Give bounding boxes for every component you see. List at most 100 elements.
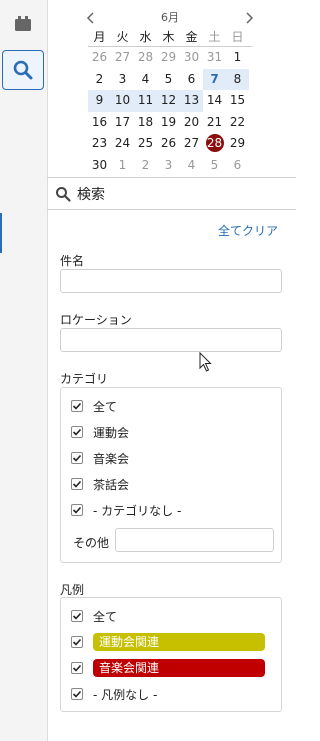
rail-selection-mark (0, 213, 2, 253)
checkbox[interactable] (71, 426, 83, 438)
other-input[interactable] (115, 528, 274, 552)
calendar-day-today[interactable]: 28 (203, 133, 226, 155)
today-marker: 28 (205, 134, 224, 152)
calendar-day[interactable]: 30 (180, 47, 203, 69)
calendar-day[interactable]: 25 (134, 133, 157, 155)
legend-option-label: 全て (93, 609, 118, 624)
category-option[interactable]: 運動会 (71, 422, 129, 442)
checkbox[interactable] (71, 504, 83, 516)
checkbox[interactable] (71, 610, 83, 622)
next-month-button[interactable] (242, 8, 256, 28)
prev-month-button[interactable] (84, 8, 98, 28)
left-rail (0, 0, 48, 741)
calendar-day[interactable]: 18 (134, 112, 157, 134)
calendar-day[interactable]: 6 (226, 155, 249, 177)
checkbox[interactable] (71, 452, 83, 464)
calendar-day[interactable]: 5 (157, 69, 180, 91)
calendar-day[interactable]: 2 (88, 69, 111, 91)
check-icon (71, 688, 83, 700)
search-rail-button[interactable] (2, 50, 44, 90)
calendar-day-selected[interactable]: 7 (203, 68, 226, 90)
checkbox[interactable] (71, 636, 83, 648)
legend-option[interactable]: 音楽会関連 (71, 658, 265, 678)
check-icon (71, 426, 83, 438)
mouse-cursor-icon (199, 352, 212, 372)
search-header-divider (47, 209, 296, 210)
calendar-day[interactable]: 29 (157, 47, 180, 69)
checkbox[interactable] (71, 400, 83, 412)
category-group: 全て 運動会 音楽会 茶話会 - カテゴリなし - その他 (60, 387, 282, 563)
calendar-day[interactable]: 6 (180, 69, 203, 91)
category-option-label: 全て (93, 399, 118, 414)
calendar-day[interactable]: 19 (157, 112, 180, 134)
calendar-day[interactable]: 11 (134, 90, 157, 112)
calendar-rail-button[interactable] (2, 4, 44, 44)
calendar-day[interactable]: 23 (88, 133, 111, 155)
calendar-day[interactable]: 27 (180, 133, 203, 155)
calendar-day[interactable]: 4 (180, 155, 203, 177)
weekday-label: 金 (185, 30, 198, 44)
search-icon (56, 187, 71, 202)
calendar-day[interactable]: 21 (203, 112, 226, 134)
check-icon (71, 478, 83, 490)
check-icon (71, 636, 83, 648)
calendar-day[interactable]: 20 (180, 112, 203, 134)
calendar-grid: 26 27 28 29 30 31 1 2 3 4 5 6 7 8 9 10 1… (88, 47, 252, 176)
calendar-day[interactable]: 30 (88, 155, 111, 177)
calendar-day[interactable]: 2 (134, 155, 157, 177)
calendar-header: 6月 (86, 8, 254, 28)
legend-pill-sports: 運動会関連 (93, 633, 265, 651)
weekday-label: 日 (231, 30, 244, 44)
calendar-day[interactable]: 13 (180, 90, 203, 112)
month-label: 6月 (161, 11, 179, 24)
search-title: 検索 (77, 187, 105, 203)
calendar-day[interactable]: 29 (226, 133, 249, 155)
calendar-day[interactable]: 26 (157, 133, 180, 155)
weekday-label: 木 (162, 30, 175, 44)
checkbox[interactable] (71, 478, 83, 490)
category-option[interactable]: - カテゴリなし - (71, 500, 181, 520)
checkbox[interactable] (71, 688, 83, 700)
calendar-day[interactable]: 4 (134, 69, 157, 91)
category-option-label: 茶話会 (93, 477, 130, 492)
check-icon (71, 610, 83, 622)
legend-label: 凡例 (60, 583, 85, 597)
calendar-day[interactable]: 31 (203, 47, 226, 69)
calendar-day[interactable]: 28 (134, 47, 157, 69)
clear-all-link[interactable]: 全てクリア (218, 222, 278, 239)
calendar-day[interactable]: 26 (88, 47, 111, 69)
calendar-day[interactable]: 1 (111, 155, 134, 177)
calendar-day[interactable]: 14 (203, 90, 226, 112)
calendar-day[interactable]: 27 (111, 47, 134, 69)
calendar-day[interactable]: 8 (226, 68, 249, 90)
category-option-label: - カテゴリなし - (93, 503, 182, 518)
legend-group: 全て 運動会関連 音楽会関連 - 凡例なし - (60, 597, 282, 712)
calendar-day[interactable]: 17 (111, 112, 134, 134)
calendar-day[interactable]: 1 (226, 47, 249, 69)
category-option[interactable]: 全て (71, 396, 117, 416)
calendar-day[interactable]: 12 (157, 90, 180, 112)
location-input[interactable] (60, 328, 282, 352)
search-panel-header: 検索 (55, 183, 105, 205)
legend-option[interactable]: - 凡例なし - (71, 684, 157, 704)
calendar-day[interactable]: 15 (226, 90, 249, 112)
check-icon (71, 400, 83, 412)
category-option[interactable]: 茶話会 (71, 474, 129, 494)
calendar-day[interactable]: 24 (111, 133, 134, 155)
calendar-day[interactable]: 16 (88, 112, 111, 134)
subject-input[interactable] (60, 269, 282, 293)
other-label: その他 (73, 536, 110, 550)
weekday-label: 水 (139, 30, 152, 44)
calendar-icon (15, 16, 31, 31)
calendar-day[interactable]: 3 (111, 69, 134, 91)
checkbox[interactable] (71, 662, 83, 674)
chevron-right-icon (246, 12, 254, 24)
calendar-day[interactable]: 5 (203, 155, 226, 177)
calendar-day[interactable]: 9 (88, 90, 111, 112)
legend-option[interactable]: 全て (71, 606, 117, 626)
category-option[interactable]: 音楽会 (71, 448, 129, 468)
calendar-day[interactable]: 10 (111, 90, 134, 112)
calendar-day[interactable]: 3 (157, 155, 180, 177)
legend-option[interactable]: 運動会関連 (71, 632, 265, 652)
calendar-day[interactable]: 22 (226, 112, 249, 134)
